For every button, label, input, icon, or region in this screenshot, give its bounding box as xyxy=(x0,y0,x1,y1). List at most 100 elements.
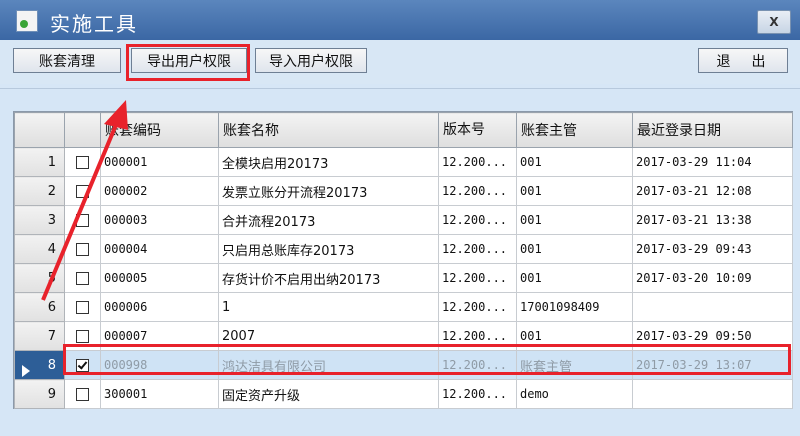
last-login-cell[interactable]: 2017-03-21 12:08 xyxy=(632,176,793,206)
table-row[interactable]: 9 300001 固定资产升级 12.200... demo xyxy=(14,379,793,409)
row-checkbox[interactable] xyxy=(76,358,89,372)
row-checkbox[interactable] xyxy=(76,329,89,343)
version-cell[interactable]: 12.200... xyxy=(438,205,517,235)
import-user-permissions-button[interactable]: 导入用户权限 xyxy=(255,48,367,73)
account-name-cell[interactable]: 发票立账分开流程20173 xyxy=(218,176,439,206)
account-name-cell[interactable]: 鸿达洁具有限公司 xyxy=(218,350,439,380)
account-manager-cell[interactable]: demo xyxy=(516,379,633,409)
row-checkbox[interactable] xyxy=(76,242,89,256)
account-manager-cell[interactable]: 001 xyxy=(516,263,633,293)
close-button[interactable]: X xyxy=(757,10,791,34)
row-number[interactable]: 7 xyxy=(14,321,65,351)
row-checkbox[interactable] xyxy=(76,300,89,314)
account-code-cell[interactable]: 000006 xyxy=(100,292,219,322)
row-checkbox-cell xyxy=(64,147,101,177)
table-row[interactable]: 8 000998 鸿达洁具有限公司 12.200... 账套主管 2017-03-29 1… xyxy=(14,350,793,380)
account-manager-cell[interactable]: 账套主管 xyxy=(516,350,633,380)
account-code-cell[interactable]: 000003 xyxy=(100,205,219,235)
version-cell[interactable]: 12.200... xyxy=(438,147,517,177)
toolbar: 账套清理 导出用户权限 导入用户权限 退 出 xyxy=(0,40,800,84)
grid-header-row: 账套编码 账套名称 版本号 账套主管 最近登录日期 xyxy=(14,112,793,148)
account-code-cell[interactable]: 300001 xyxy=(100,379,219,409)
row-number[interactable]: 5 xyxy=(14,263,65,293)
account-manager-cell[interactable]: 17001098409 xyxy=(516,292,633,322)
col-header-last-login[interactable]: 最近登录日期 xyxy=(632,112,793,148)
row-number[interactable]: 8 xyxy=(14,350,65,380)
row-number[interactable]: 1 xyxy=(14,147,65,177)
row-number[interactable]: 2 xyxy=(14,176,65,206)
account-manager-cell[interactable]: 001 xyxy=(516,147,633,177)
row-checkbox[interactable] xyxy=(76,155,89,169)
row-checkbox-cell xyxy=(64,263,101,293)
row-checkbox-cell xyxy=(64,321,101,351)
current-row-pointer-icon xyxy=(22,364,30,377)
last-login-cell[interactable]: 2017-03-21 13:38 xyxy=(632,205,793,235)
account-code-cell[interactable]: 000001 xyxy=(100,147,219,177)
account-name-cell[interactable]: 1 xyxy=(218,292,439,322)
last-login-cell[interactable] xyxy=(632,379,793,409)
account-name-cell[interactable]: 全模块启用20173 xyxy=(218,147,439,177)
col-header-check xyxy=(64,112,101,148)
version-cell[interactable]: 12.200... xyxy=(438,292,517,322)
row-checkbox[interactable] xyxy=(76,271,89,285)
table-row[interactable]: 2 000002 发票立账分开流程20173 12.200... 001 2017-03-… xyxy=(14,176,793,206)
account-manager-cell[interactable]: 001 xyxy=(516,176,633,206)
table-row[interactable]: 6 000006 1 12.200... 17001098409 xyxy=(14,292,793,322)
row-checkbox-cell xyxy=(64,205,101,235)
table-row[interactable]: 1 000001 全模块启用20173 12.200... 001 2017-03-29 … xyxy=(14,147,793,177)
account-name-cell[interactable]: 只启用总账库存20173 xyxy=(218,234,439,264)
row-number-label: 1 xyxy=(47,154,56,170)
account-code-cell[interactable]: 000005 xyxy=(100,263,219,293)
row-checkbox[interactable] xyxy=(76,387,89,401)
row-number-label: 5 xyxy=(47,270,56,286)
account-name-cell[interactable]: 存货计价不启用出纳20173 xyxy=(218,263,439,293)
last-login-cell[interactable]: 2017-03-29 09:43 xyxy=(632,234,793,264)
col-header-code[interactable]: 账套编码 xyxy=(100,112,219,148)
window-title: 实施工具 xyxy=(50,12,138,36)
row-checkbox-cell xyxy=(64,234,101,264)
last-login-cell[interactable] xyxy=(632,292,793,322)
version-cell[interactable]: 12.200... xyxy=(438,379,517,409)
account-name-cell[interactable]: 合并流程20173 xyxy=(218,205,439,235)
version-cell[interactable]: 12.200... xyxy=(438,234,517,264)
account-manager-cell[interactable]: 001 xyxy=(516,205,633,235)
exit-button[interactable]: 退 出 xyxy=(698,48,788,73)
col-header-name[interactable]: 账套名称 xyxy=(218,112,439,148)
row-number-label: 9 xyxy=(47,386,56,402)
account-manager-cell[interactable]: 001 xyxy=(516,234,633,264)
row-number[interactable]: 3 xyxy=(14,205,65,235)
row-number-label: 4 xyxy=(47,241,56,257)
account-code-cell[interactable]: 000002 xyxy=(100,176,219,206)
account-code-cell[interactable]: 000007 xyxy=(100,321,219,351)
col-header-manager[interactable]: 账套主管 xyxy=(516,112,633,148)
version-cell[interactable]: 12.200... xyxy=(438,321,517,351)
row-checkbox[interactable] xyxy=(76,213,89,227)
account-code-cell[interactable]: 000998 xyxy=(100,350,219,380)
last-login-cell[interactable]: 2017-03-29 11:04 xyxy=(632,147,793,177)
account-code-cell[interactable]: 000004 xyxy=(100,234,219,264)
toolbar-divider xyxy=(0,88,800,89)
table-row[interactable]: 4 000004 只启用总账库存20173 12.200... 001 2017-03-2… xyxy=(14,234,793,264)
account-name-cell[interactable]: 2007 xyxy=(218,321,439,351)
row-checkbox-cell xyxy=(64,350,101,380)
version-cell[interactable]: 12.200... xyxy=(438,263,517,293)
row-number[interactable]: 4 xyxy=(14,234,65,264)
title-bar: 实施工具 X xyxy=(0,0,800,40)
account-manager-cell[interactable]: 001 xyxy=(516,321,633,351)
row-number[interactable]: 6 xyxy=(14,292,65,322)
table-row[interactable]: 5 000005 存货计价不启用出纳20173 12.200... 001 2017-03… xyxy=(14,263,793,293)
last-login-cell[interactable]: 2017-03-29 09:50 xyxy=(632,321,793,351)
table-row[interactable]: 7 000007 2007 12.200... 001 2017-03-29 09:50 xyxy=(14,321,793,351)
row-number-label: 7 xyxy=(47,328,56,344)
col-header-version[interactable]: 版本号 xyxy=(438,112,517,148)
version-cell[interactable]: 12.200... xyxy=(438,176,517,206)
row-number[interactable]: 9 xyxy=(14,379,65,409)
row-checkbox[interactable] xyxy=(76,184,89,198)
account-name-cell[interactable]: 固定资产升级 xyxy=(218,379,439,409)
last-login-cell[interactable]: 2017-03-20 10:09 xyxy=(632,263,793,293)
clean-account-button[interactable]: 账套清理 xyxy=(13,48,121,73)
last-login-cell[interactable]: 2017-03-29 13:07 xyxy=(632,350,793,380)
version-cell[interactable]: 12.200... xyxy=(438,350,517,380)
export-user-permissions-button[interactable]: 导出用户权限 xyxy=(131,48,247,73)
table-row[interactable]: 3 000003 合并流程20173 12.200... 001 2017-03-21 1… xyxy=(14,205,793,235)
